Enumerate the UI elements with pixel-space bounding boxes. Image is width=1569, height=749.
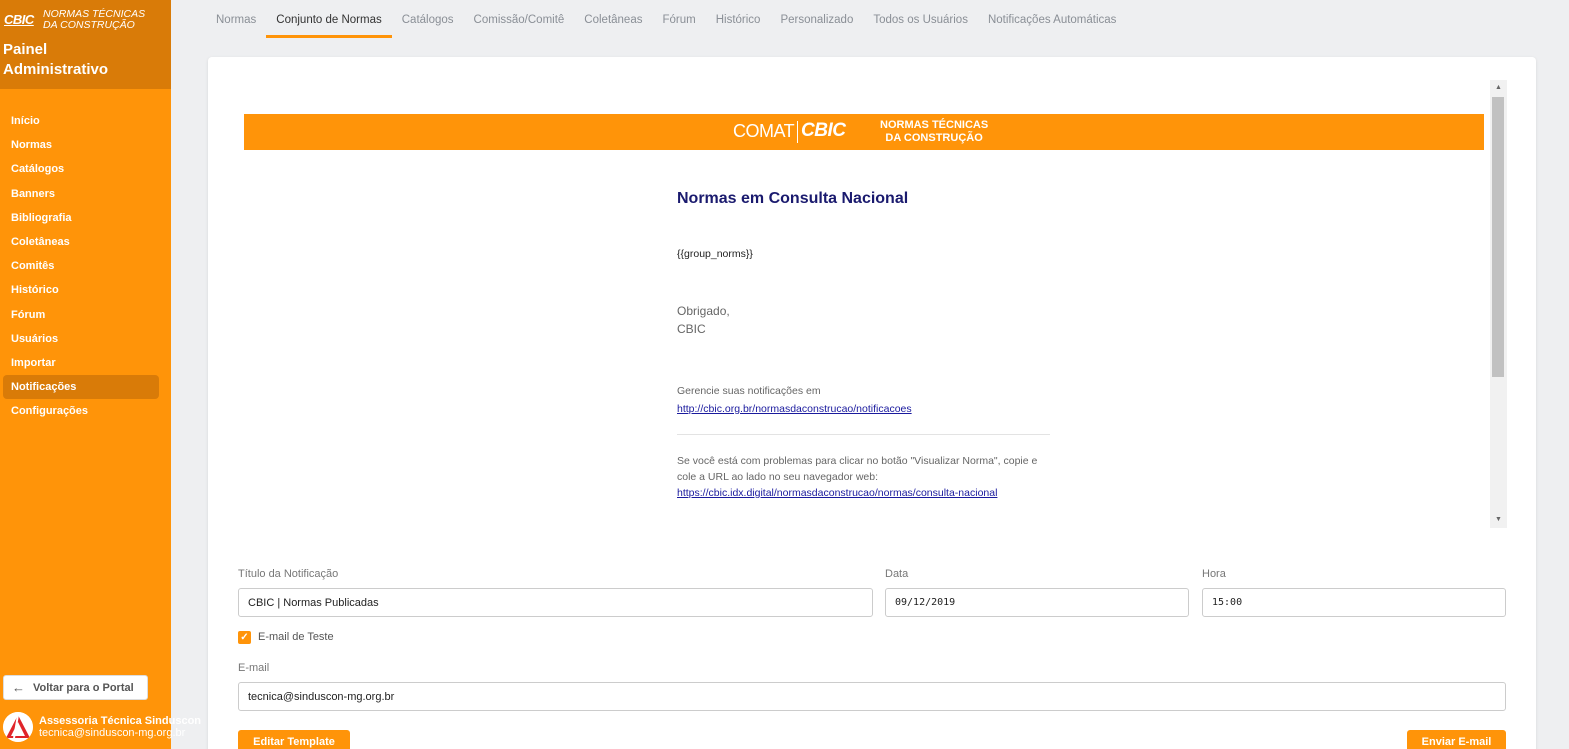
scroll-down-arrow-icon[interactable]: ▼ bbox=[1490, 512, 1507, 528]
sidebar-item-banners[interactable]: Banners bbox=[3, 182, 159, 206]
tab-catalogos[interactable]: Catálogos bbox=[392, 0, 464, 38]
brand-subtitle: NORMAS TÉCNICAS DA CONSTRUÇÃO bbox=[43, 9, 145, 31]
top-tabs: Normas Conjunto de Normas Catálogos Comi… bbox=[206, 0, 1126, 38]
tab-personalizado[interactable]: Personalizado bbox=[770, 0, 863, 38]
email-manage-text: Gerencie suas notificações em bbox=[677, 385, 821, 397]
time-input[interactable]: 15:00 bbox=[1202, 588, 1506, 617]
sidebar-item-forum[interactable]: Fórum bbox=[3, 303, 159, 327]
tab-historico[interactable]: Histórico bbox=[706, 0, 771, 38]
tab-notificacoes-automaticas[interactable]: Notificações Automáticas bbox=[978, 0, 1126, 38]
email-help-text: Se você está com problemas para clicar n… bbox=[677, 455, 1038, 483]
panel-title-line1: Painel bbox=[3, 41, 48, 58]
tab-coletaneas[interactable]: Coletâneas bbox=[574, 0, 652, 38]
preview-scrollbar[interactable]: ▲ ▼ bbox=[1490, 80, 1507, 528]
sidebar-item-bibliografia[interactable]: Bibliografia bbox=[3, 206, 159, 230]
sidebar-item-coletaneas[interactable]: Coletâneas bbox=[3, 230, 159, 254]
brand-subtitle-line2: DA CONSTRUÇÃO bbox=[43, 19, 135, 31]
email-help: Se você está com problemas para clicar n… bbox=[677, 453, 1052, 501]
edit-template-button[interactable]: Editar Template bbox=[238, 730, 350, 749]
user-info: Assessoria Técnica Sinduscon tecnica@sin… bbox=[3, 712, 208, 744]
sidebar-item-importar[interactable]: Importar bbox=[3, 351, 159, 375]
tab-comissao-comite[interactable]: Comissão/Comitê bbox=[464, 0, 575, 38]
panel-title: Painel Administrativo bbox=[3, 40, 163, 80]
banner-subtitle: NORMAS TÉCNICAS DA CONSTRUÇÃO bbox=[880, 119, 988, 145]
banner-subtitle-line1: NORMAS TÉCNICAS bbox=[880, 119, 989, 131]
notification-title-input[interactable]: CBIC | Normas Publicadas bbox=[238, 588, 873, 617]
sidebar: CBIC NORMAS TÉCNICAS DA CONSTRUÇÃO Paine… bbox=[0, 0, 201, 749]
time-label: Hora bbox=[1202, 568, 1226, 580]
sidebar-item-usuarios[interactable]: Usuários bbox=[3, 327, 159, 351]
tab-conjunto-de-normas[interactable]: Conjunto de Normas bbox=[266, 0, 392, 38]
banner-comat-logo: COMAT bbox=[733, 121, 795, 141]
email-banner: COMAT CBIC NORMAS TÉCNICAS DA CONSTRUÇÃO bbox=[244, 114, 1484, 150]
sidebar-item-comites[interactable]: Comitês bbox=[3, 254, 159, 278]
test-email-label[interactable]: E-mail de Teste bbox=[258, 631, 334, 643]
email-title: Normas em Consulta Nacional bbox=[677, 190, 909, 207]
email-thanks: Obrigado, CBIC bbox=[677, 302, 730, 338]
sidebar-item-inicio[interactable]: Início bbox=[3, 109, 159, 133]
back-to-portal-button[interactable]: ← Voltar para o Portal bbox=[3, 675, 148, 700]
scroll-thumb[interactable] bbox=[1492, 97, 1504, 377]
user-name: Assessoria Técnica Sinduscon bbox=[39, 715, 202, 727]
user-avatar-logo-icon bbox=[3, 712, 33, 742]
panel-title-line2: Administrativo bbox=[3, 61, 109, 78]
email-thanks-line2: CBIC bbox=[677, 322, 706, 336]
send-email-button[interactable]: Enviar E-mail bbox=[1407, 730, 1506, 749]
email-divider bbox=[677, 434, 1050, 435]
arrow-left-icon: ← bbox=[12, 680, 25, 695]
date-input[interactable]: 09/12/2019 bbox=[885, 588, 1189, 617]
user-email: tecnica@sinduscon-mg.org.br bbox=[39, 727, 186, 739]
tab-todos-os-usuarios[interactable]: Todos os Usuários bbox=[863, 0, 978, 38]
sidebar-item-notificacoes[interactable]: Notificações bbox=[3, 375, 159, 400]
email-thanks-line1: Obrigado, bbox=[677, 304, 730, 318]
sidebar-item-historico[interactable]: Histórico bbox=[3, 278, 159, 302]
email-manage-notifications: Gerencie suas notificações em http://cbi… bbox=[677, 382, 912, 418]
brand-logo[interactable]: CBIC NORMAS TÉCNICAS DA CONSTRUÇÃO bbox=[3, 9, 163, 33]
tab-normas[interactable]: Normas bbox=[206, 0, 266, 38]
sidebar-item-configuracoes[interactable]: Configurações bbox=[3, 399, 159, 423]
banner-subtitle-line2: DA CONSTRUÇÃO bbox=[885, 132, 983, 144]
notification-title-label: Título da Notificação bbox=[238, 568, 339, 580]
email-manage-link[interactable]: http://cbic.org.br/normasdaconstrucao/no… bbox=[677, 403, 912, 415]
back-to-portal-label: Voltar para o Portal bbox=[33, 681, 134, 694]
email-label: E-mail bbox=[238, 662, 270, 674]
scroll-up-arrow-icon[interactable]: ▲ bbox=[1490, 80, 1507, 96]
sidebar-item-catalogos[interactable]: Catálogos bbox=[3, 157, 159, 181]
email-help-link[interactable]: https://cbic.idx.digital/normasdaconstru… bbox=[677, 487, 997, 499]
brand-cbic-text: CBIC bbox=[4, 12, 34, 27]
date-label: Data bbox=[885, 568, 909, 580]
tab-forum[interactable]: Fórum bbox=[652, 0, 705, 38]
sidebar-header: CBIC NORMAS TÉCNICAS DA CONSTRUÇÃO Paine… bbox=[0, 0, 171, 89]
sidebar-nav: Início Normas Catálogos Banners Bibliogr… bbox=[3, 109, 159, 423]
test-email-checkbox[interactable]: ✓ bbox=[238, 631, 251, 644]
banner-cbic-logo: CBIC bbox=[801, 120, 846, 141]
email-group-norms-placeholder: {{group_norms}} bbox=[677, 248, 753, 260]
email-input[interactable]: tecnica@sinduscon-mg.org.br bbox=[238, 682, 1506, 711]
sidebar-item-normas[interactable]: Normas bbox=[3, 133, 159, 157]
banner-separator bbox=[797, 121, 798, 143]
